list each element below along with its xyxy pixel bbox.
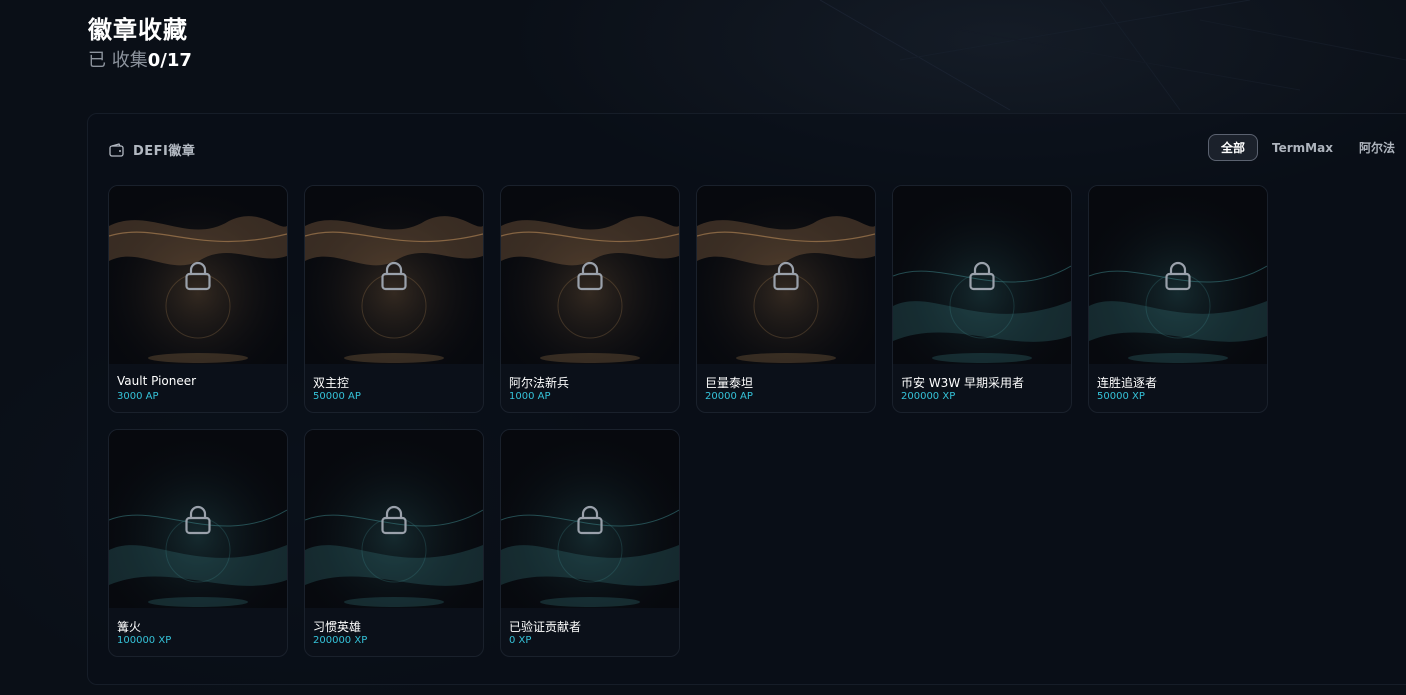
filter-tab-all[interactable]: 全部 [1208, 134, 1259, 161]
badge-name: 双主控 [313, 376, 350, 390]
collected-summary: 已 收集 0/17 [88, 46, 192, 72]
badge-points: 200000 XP [313, 635, 368, 646]
lock-icon [969, 261, 995, 291]
section-title: DEFI徽章 [133, 144, 196, 159]
badge-image [893, 186, 1071, 364]
badge-card[interactable]: 双主控 50000 AP [304, 185, 484, 413]
lock-icon [577, 505, 603, 535]
badge-name: Vault Pioneer [117, 374, 197, 388]
badge-image [501, 186, 679, 364]
badge-card[interactable]: 习惯英雄 200000 XP [304, 429, 484, 657]
lock-icon [185, 261, 211, 291]
badge-name: 连胜追逐者 [1097, 376, 1158, 390]
collected-label: 已 收集 [88, 50, 148, 71]
section-header: DEFI徽章 [109, 140, 195, 159]
badge-name: 巨量泰坦 [705, 376, 754, 390]
badge-name: 币安 W3W 早期采用者 [901, 376, 1024, 390]
badge-points: 20000 AP [705, 391, 753, 402]
lock-icon [381, 261, 407, 291]
filter-tabs: 全部 TermMax 阿尔法 [1208, 134, 1406, 161]
page-title: 徽章收藏 [88, 16, 188, 44]
badge-card[interactable]: 篝火 100000 XP [108, 429, 288, 657]
badge-points: 100000 XP [117, 635, 172, 646]
lock-icon [773, 261, 799, 291]
badge-image [109, 186, 287, 364]
lock-icon [1165, 261, 1191, 291]
badge-image [1089, 186, 1267, 364]
badge-card[interactable]: 连胜追逐者 50000 XP [1088, 185, 1268, 413]
badge-points: 50000 AP [313, 391, 361, 402]
filter-tab-termmax[interactable]: TermMax [1260, 134, 1345, 161]
badge-card[interactable]: 阿尔法新兵 1000 AP [500, 185, 680, 413]
lock-icon [381, 505, 407, 535]
badge-name: 阿尔法新兵 [509, 376, 570, 390]
badge-card[interactable]: Vault Pioneer 3000 AP [108, 185, 288, 413]
lock-icon [185, 505, 211, 535]
badge-image [501, 430, 679, 608]
collected-count: 0/17 [147, 50, 192, 71]
lock-icon [577, 261, 603, 291]
badge-points: 0 XP [509, 635, 532, 646]
badge-card[interactable]: 已验证贡献者 0 XP [500, 429, 680, 657]
wallet-icon [109, 142, 124, 157]
filter-tab-alpha[interactable]: 阿尔法 [1347, 134, 1406, 161]
badge-image [697, 186, 875, 364]
badge-points: 3000 AP [117, 391, 159, 402]
badge-name: 篝火 [117, 620, 142, 634]
badge-image [109, 430, 287, 608]
badge-points: 1000 AP [509, 391, 551, 402]
badge-card[interactable]: 币安 W3W 早期采用者 200000 XP [892, 185, 1072, 413]
badge-name: 已验证贡献者 [509, 620, 582, 634]
badge-points: 50000 XP [1097, 391, 1145, 402]
badge-points: 200000 XP [901, 391, 956, 402]
badge-image [305, 186, 483, 364]
badge-card[interactable]: 巨量泰坦 20000 AP [696, 185, 876, 413]
badge-image [305, 430, 483, 608]
badge-name: 习惯英雄 [313, 620, 362, 634]
